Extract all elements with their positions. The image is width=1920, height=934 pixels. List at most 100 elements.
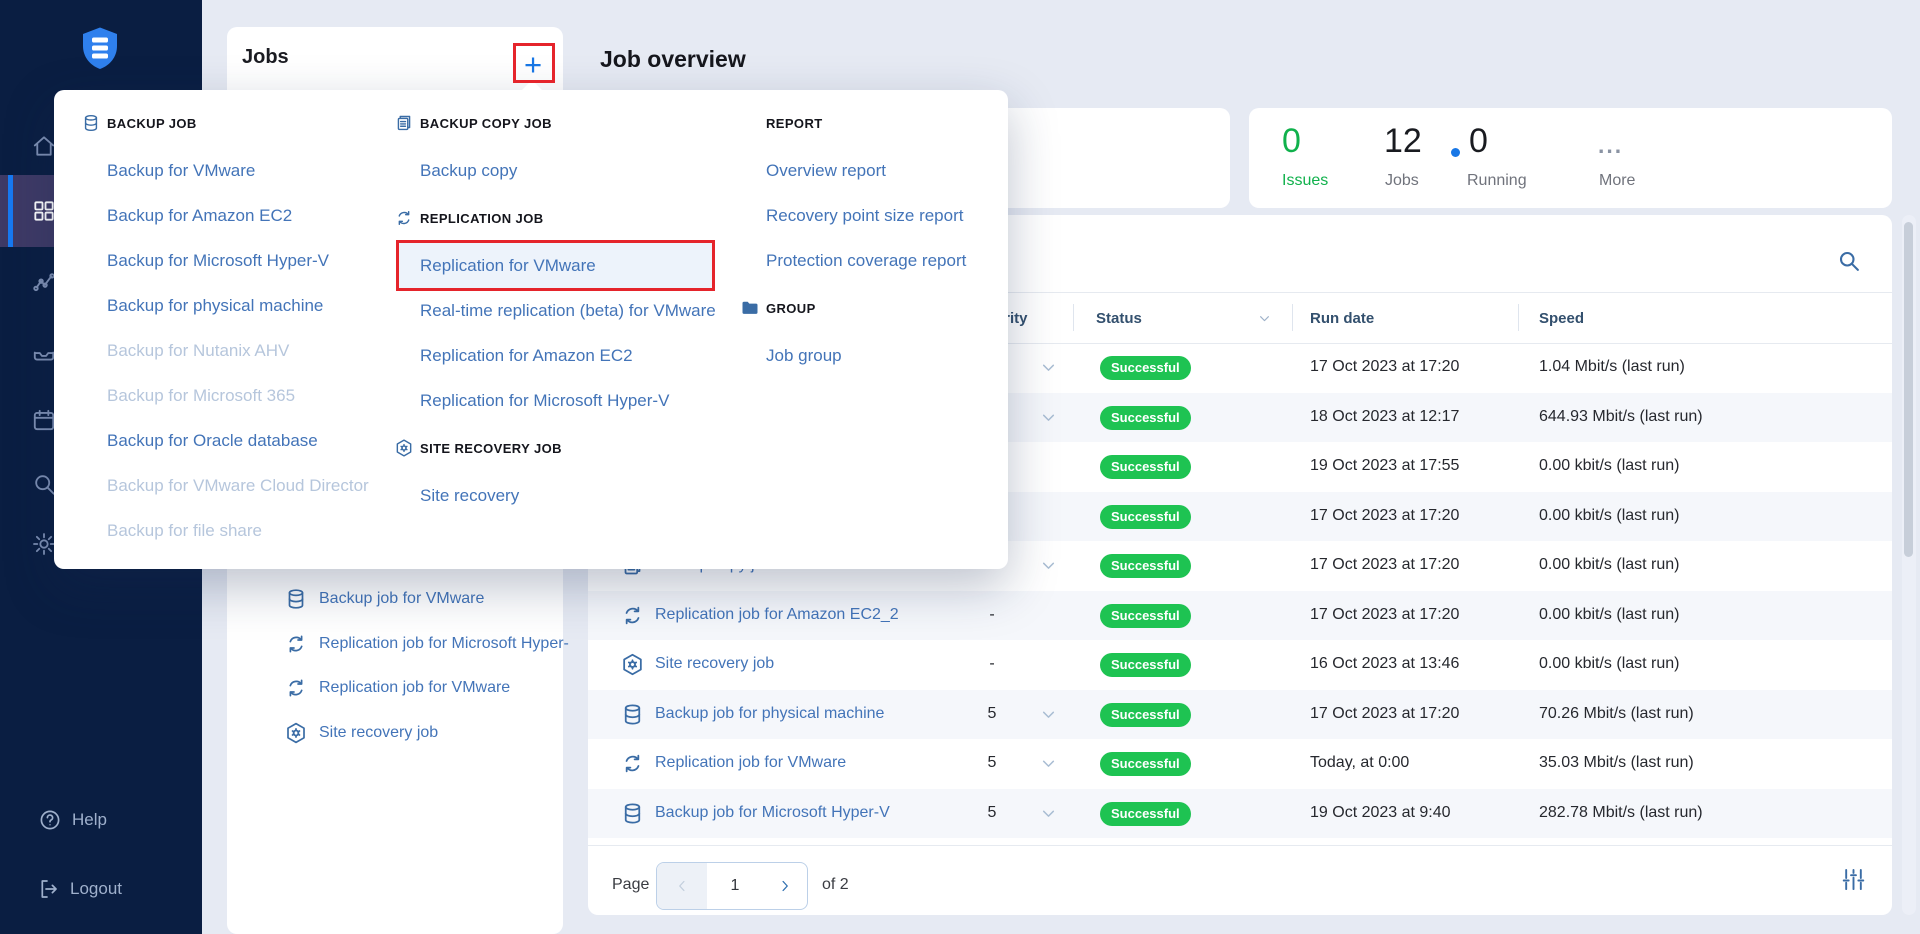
sidebar-item-logout[interactable]: Logout bbox=[36, 877, 122, 901]
status-badge: Successful bbox=[1100, 752, 1191, 776]
help-circle-icon bbox=[38, 808, 62, 832]
menu-item[interactable]: Backup for Microsoft Hyper-V bbox=[107, 238, 407, 283]
next-page-button[interactable] bbox=[763, 863, 807, 909]
copy-icon bbox=[394, 113, 414, 133]
tree-item[interactable]: Backup job for VMware bbox=[227, 577, 563, 622]
menu-item[interactable]: Backup for Amazon EC2 bbox=[107, 193, 407, 238]
job-name-link[interactable]: Replication job for VMware bbox=[655, 754, 846, 772]
table-row: Backup job for Microsoft Hyper-V 5 Success… bbox=[588, 788, 1892, 838]
tree-item[interactable]: Replication job for VMware bbox=[227, 666, 563, 711]
menu-section-title: BACKUP JOB bbox=[107, 115, 197, 131]
running-count: 0 bbox=[1469, 122, 1488, 160]
status-badge: Successful bbox=[1100, 405, 1191, 430]
tree-item-label: Replication job for VMware bbox=[319, 679, 511, 697]
menu-item[interactable]: Backup for Oracle database bbox=[107, 418, 407, 463]
speed: 644.93 Mbit/s (last run) bbox=[1539, 407, 1703, 425]
backup-icon bbox=[284, 587, 308, 611]
running-dot-icon bbox=[1451, 148, 1460, 157]
job-name-link[interactable]: Backup job for Microsoft Hyper-V bbox=[655, 804, 890, 822]
menu-item[interactable]: Backup copy bbox=[420, 148, 755, 193]
replication-icon bbox=[620, 603, 645, 628]
menu-item[interactable]: Backup for VMware bbox=[107, 148, 407, 193]
speed: 0.00 kbit/s (last run) bbox=[1539, 655, 1680, 672]
priority-chevron-icon[interactable] bbox=[1038, 753, 1059, 774]
page-total: of 2 bbox=[822, 876, 849, 893]
menu-item: Backup for VMware Cloud Director bbox=[107, 476, 369, 495]
speed: 70.26 Mbit/s (last run) bbox=[1539, 704, 1694, 722]
run-date: 17 Oct 2023 at 17:20 bbox=[1310, 556, 1460, 573]
site-recovery-icon bbox=[620, 652, 645, 677]
priority-chevron-icon[interactable] bbox=[1038, 357, 1059, 378]
menu-item[interactable]: Replication for Amazon EC2 bbox=[420, 333, 755, 378]
speed: 0.00 kbit/s (last run) bbox=[1539, 506, 1680, 524]
run-date: Today, at 0:00 bbox=[1310, 754, 1410, 771]
menu-section-title: REPLICATION JOB bbox=[420, 210, 544, 226]
menu-item[interactable]: Recovery point size report bbox=[766, 193, 1001, 238]
priority-value: - bbox=[989, 605, 995, 623]
replication-icon bbox=[284, 676, 308, 700]
table-row: Site recovery job - Successful 16 Oct 2023 … bbox=[588, 640, 1892, 690]
running-label[interactable]: Running bbox=[1467, 172, 1527, 190]
search-icon[interactable] bbox=[1836, 248, 1861, 273]
priority-chevron-icon[interactable] bbox=[1038, 704, 1059, 725]
job-name-link[interactable]: Backup job for physical machine bbox=[655, 705, 884, 723]
menu-item[interactable]: Backup for physical machine bbox=[107, 283, 407, 328]
column-header-run-date[interactable]: Run date bbox=[1310, 310, 1374, 327]
tree-item[interactable]: Replication job for Microsoft Hyper- bbox=[227, 622, 569, 667]
priority-chevron-icon[interactable] bbox=[1038, 555, 1059, 576]
scrollbar-thumb[interactable] bbox=[1904, 222, 1913, 557]
menu-item: Backup for Microsoft 365 bbox=[107, 386, 296, 405]
status-badge: Successful bbox=[1100, 554, 1191, 578]
column-header-status[interactable]: Status bbox=[1096, 310, 1142, 327]
menu-item[interactable]: Real-time replication (beta) for VMware bbox=[420, 288, 755, 333]
page-label: Page bbox=[612, 876, 650, 893]
menu-item[interactable]: Replication for VMware bbox=[396, 240, 715, 291]
menu-item[interactable]: Replication for Microsoft Hyper-V bbox=[420, 378, 755, 423]
status-badge: Successful bbox=[1100, 603, 1191, 628]
menu-item[interactable]: Overview report bbox=[766, 148, 1001, 193]
menu-item[interactable]: Site recovery bbox=[420, 473, 755, 518]
tree-item[interactable]: Site recovery job bbox=[227, 711, 563, 756]
priority-chevron-icon[interactable] bbox=[1038, 803, 1059, 824]
pagination-control: 1 bbox=[656, 862, 808, 910]
site-recovery-icon bbox=[284, 721, 308, 745]
prev-page-button[interactable] bbox=[657, 863, 707, 909]
speed: 0.00 kbit/s (last run) bbox=[1539, 605, 1680, 623]
speed: 1.04 Mbit/s (last run) bbox=[1539, 358, 1685, 375]
logout-icon bbox=[36, 877, 60, 901]
run-date: 17 Oct 2023 at 17:20 bbox=[1310, 358, 1460, 375]
highlight-box-add-button bbox=[513, 43, 555, 83]
menu-section-title: BACKUP COPY JOB bbox=[420, 115, 552, 131]
sidebar-item-help[interactable]: Help bbox=[38, 808, 107, 832]
more-ellipsis-icon[interactable]: ... bbox=[1598, 132, 1623, 159]
issues-label[interactable]: Issues bbox=[1282, 172, 1328, 190]
menu-section-header: REPORT bbox=[766, 98, 1001, 148]
create-job-menu: BACKUP JOB Backup for VMware Backup for Am… bbox=[54, 90, 1008, 569]
more-label[interactable]: More bbox=[1599, 172, 1635, 190]
priority-chevron-icon[interactable] bbox=[1038, 407, 1059, 428]
speed: 0.00 kbit/s (last run) bbox=[1539, 457, 1680, 474]
priority-value: 5 bbox=[987, 754, 997, 771]
run-date: 19 Oct 2023 at 17:55 bbox=[1310, 457, 1460, 474]
site-recovery-icon bbox=[394, 438, 414, 458]
column-header-speed[interactable]: Speed bbox=[1539, 310, 1584, 327]
menu-section-title: GROUP bbox=[766, 300, 816, 316]
job-name-link[interactable]: Site recovery job bbox=[655, 655, 774, 673]
job-name-link[interactable]: Replication job for Amazon EC2_2 bbox=[655, 606, 899, 624]
menu-section-header: REPLICATION JOB bbox=[398, 193, 755, 243]
page-title: Job overview bbox=[600, 46, 746, 72]
current-page[interactable]: 1 bbox=[707, 863, 763, 909]
chevron-right-icon bbox=[776, 877, 794, 895]
run-date: 16 Oct 2023 at 13:46 bbox=[1310, 655, 1460, 672]
priority-value: 5 bbox=[987, 704, 997, 722]
menu-item[interactable]: Job group bbox=[766, 333, 1001, 378]
status-sort-chevron-icon[interactable] bbox=[1256, 310, 1273, 327]
filter-sliders-icon[interactable] bbox=[1840, 866, 1867, 893]
jobs-label[interactable]: Jobs bbox=[1385, 172, 1419, 190]
menu-item[interactable]: Protection coverage report bbox=[766, 238, 1001, 283]
jobs-tree: Backup job for VMware Replication job for… bbox=[227, 577, 569, 756]
table-row: Backup job for physical machine 5 Successf… bbox=[588, 689, 1892, 739]
backup-icon bbox=[620, 801, 645, 826]
issues-count: 0 bbox=[1282, 122, 1301, 160]
priority-value: 5 bbox=[987, 803, 997, 821]
